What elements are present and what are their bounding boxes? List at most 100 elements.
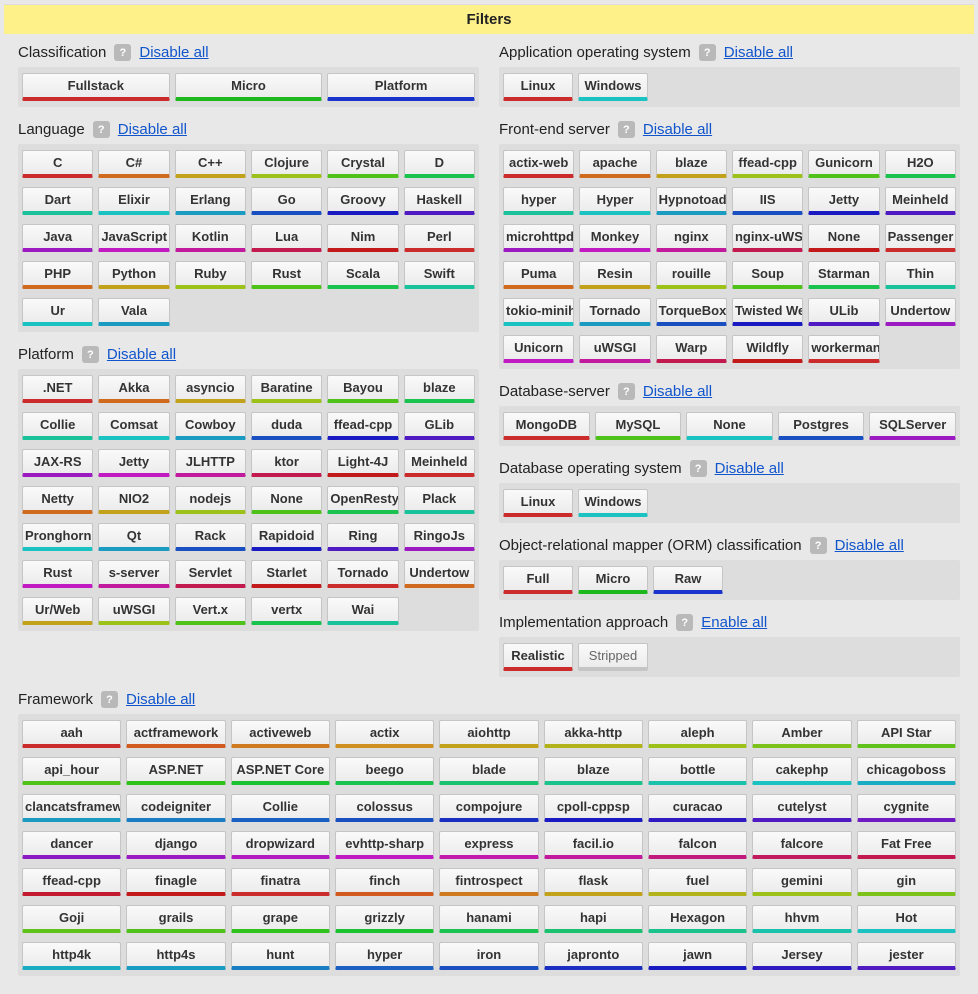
- filter-tag[interactable]: Python: [98, 261, 169, 289]
- filter-tag[interactable]: Rapidoid: [251, 523, 322, 551]
- filter-tag[interactable]: aleph: [648, 720, 747, 748]
- help-icon[interactable]: ?: [618, 383, 635, 400]
- disable-all-link[interactable]: Disable all: [643, 383, 712, 400]
- filter-tag[interactable]: Pronghorn: [22, 523, 93, 551]
- filter-tag[interactable]: Collie: [231, 794, 330, 822]
- filter-tag[interactable]: Hypnotoad: [656, 187, 727, 215]
- filter-tag[interactable]: Erlang: [175, 187, 246, 215]
- filter-tag[interactable]: gin: [857, 868, 956, 896]
- filter-tag[interactable]: Tornado: [579, 298, 650, 326]
- filter-tag[interactable]: cutelyst: [752, 794, 851, 822]
- filter-tag[interactable]: Hot: [857, 905, 956, 933]
- filter-tag[interactable]: Dart: [22, 187, 93, 215]
- filter-tag[interactable]: Rack: [175, 523, 246, 551]
- filter-tag[interactable]: Puma: [503, 261, 574, 289]
- filter-tag[interactable]: Ruby: [175, 261, 246, 289]
- filter-tag[interactable]: Fat Free: [857, 831, 956, 859]
- filter-tag[interactable]: Ring: [327, 523, 398, 551]
- filter-tag[interactable]: Micro: [175, 73, 323, 101]
- filter-tag[interactable]: Ur/Web: [22, 597, 93, 625]
- filter-tag[interactable]: hhvm: [752, 905, 851, 933]
- filter-tag[interactable]: None: [251, 486, 322, 514]
- filter-tag[interactable]: SQLServer: [869, 412, 956, 440]
- filter-tag[interactable]: OpenResty: [327, 486, 398, 514]
- filter-tag[interactable]: gemini: [752, 868, 851, 896]
- filter-tag[interactable]: blaze: [544, 757, 643, 785]
- filter-tag[interactable]: Java: [22, 224, 93, 252]
- filter-tag[interactable]: nodejs: [175, 486, 246, 514]
- filter-tag[interactable]: chicagoboss: [857, 757, 956, 785]
- filter-tag[interactable]: Realistic: [503, 643, 573, 671]
- filter-tag[interactable]: tokio-minihttp: [503, 298, 574, 326]
- disable-all-link[interactable]: Disable all: [139, 44, 208, 61]
- filter-tag[interactable]: Rust: [22, 560, 93, 588]
- filter-tag[interactable]: curacao: [648, 794, 747, 822]
- filter-tag[interactable]: hapi: [544, 905, 643, 933]
- disable-all-link[interactable]: Disable all: [118, 121, 187, 138]
- filter-tag[interactable]: Wildfly: [732, 335, 803, 363]
- filter-tag[interactable]: Comsat: [98, 412, 169, 440]
- filter-tag[interactable]: Soup: [732, 261, 803, 289]
- help-icon[interactable]: ?: [618, 121, 635, 138]
- filter-tag[interactable]: Wai: [327, 597, 398, 625]
- filter-tag[interactable]: Full: [503, 566, 573, 594]
- filter-tag[interactable]: Collie: [22, 412, 93, 440]
- disable-all-link[interactable]: Disable all: [715, 460, 784, 477]
- filter-tag[interactable]: hyper: [503, 187, 574, 215]
- filter-tag[interactable]: uWSGI: [98, 597, 169, 625]
- filter-tag[interactable]: MySQL: [595, 412, 682, 440]
- filter-tag[interactable]: django: [126, 831, 225, 859]
- disable-all-link[interactable]: Disable all: [835, 537, 904, 554]
- filter-tag[interactable]: japronto: [544, 942, 643, 970]
- filter-tag[interactable]: Passenger: [885, 224, 956, 252]
- filter-tag[interactable]: grails: [126, 905, 225, 933]
- filter-tag[interactable]: Linux: [503, 489, 573, 517]
- filter-tag[interactable]: beego: [335, 757, 434, 785]
- filter-tag[interactable]: compojure: [439, 794, 538, 822]
- filter-tag[interactable]: Windows: [578, 73, 648, 101]
- filter-tag[interactable]: Go: [251, 187, 322, 215]
- filter-tag[interactable]: Perl: [404, 224, 475, 252]
- filter-tag[interactable]: finagle: [126, 868, 225, 896]
- filter-tag[interactable]: flask: [544, 868, 643, 896]
- filter-tag[interactable]: iron: [439, 942, 538, 970]
- filter-tag[interactable]: Undertow: [885, 298, 956, 326]
- filter-tag[interactable]: Unicorn: [503, 335, 574, 363]
- filter-tag[interactable]: Haskell: [404, 187, 475, 215]
- filter-tag[interactable]: workerman: [808, 335, 879, 363]
- filter-tag[interactable]: Twisted Web: [732, 298, 803, 326]
- filter-tag[interactable]: Bayou: [327, 375, 398, 403]
- filter-tag[interactable]: GLib: [404, 412, 475, 440]
- filter-tag[interactable]: blaze: [656, 150, 727, 178]
- filter-tag[interactable]: microhttpd: [503, 224, 574, 252]
- help-icon[interactable]: ?: [699, 44, 716, 61]
- filter-tag[interactable]: duda: [251, 412, 322, 440]
- filter-tag[interactable]: JLHTTP: [175, 449, 246, 477]
- filter-tag[interactable]: clancatsframework: [22, 794, 121, 822]
- filter-tag[interactable]: Starlet: [251, 560, 322, 588]
- filter-tag[interactable]: actix: [335, 720, 434, 748]
- disable-all-link[interactable]: Disable all: [724, 44, 793, 61]
- filter-tag[interactable]: RingoJs: [404, 523, 475, 551]
- filter-tag[interactable]: Thin: [885, 261, 956, 289]
- filter-tag[interactable]: Baratine: [251, 375, 322, 403]
- filter-tag[interactable]: Kotlin: [175, 224, 246, 252]
- filter-tag[interactable]: Jetty: [808, 187, 879, 215]
- filter-tag[interactable]: Servlet: [175, 560, 246, 588]
- filter-tag[interactable]: Meinheld: [885, 187, 956, 215]
- filter-tag[interactable]: Elixir: [98, 187, 169, 215]
- filter-tag[interactable]: dropwizard: [231, 831, 330, 859]
- filter-tag[interactable]: actframework: [126, 720, 225, 748]
- filter-tag[interactable]: cygnite: [857, 794, 956, 822]
- disable-all-link[interactable]: Disable all: [107, 346, 176, 363]
- filter-tag[interactable]: nginx: [656, 224, 727, 252]
- help-icon[interactable]: ?: [82, 346, 99, 363]
- filter-tag[interactable]: Fullstack: [22, 73, 170, 101]
- filter-tag[interactable]: blade: [439, 757, 538, 785]
- filter-tag[interactable]: jawn: [648, 942, 747, 970]
- help-icon[interactable]: ?: [690, 460, 707, 477]
- filter-tag[interactable]: Linux: [503, 73, 573, 101]
- filter-tag[interactable]: Qt: [98, 523, 169, 551]
- filter-tag[interactable]: Light-4J: [327, 449, 398, 477]
- filter-tag[interactable]: Vala: [98, 298, 169, 326]
